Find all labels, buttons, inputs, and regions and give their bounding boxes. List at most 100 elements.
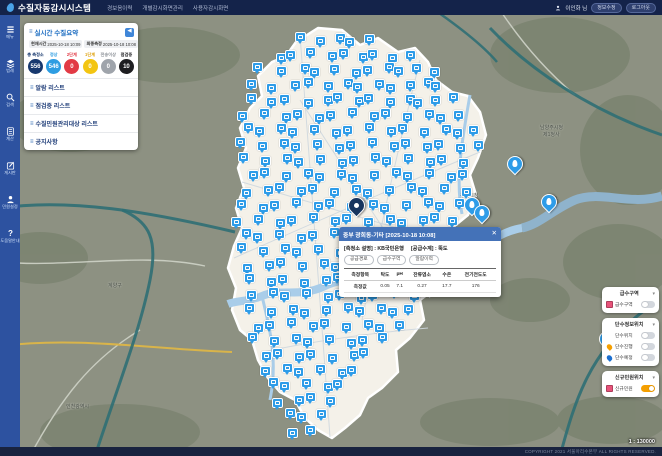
station-marker[interactable] <box>384 185 395 195</box>
station-marker[interactable] <box>309 67 320 77</box>
station-marker[interactable] <box>377 332 388 342</box>
station-marker[interactable] <box>468 125 479 135</box>
edit-info-button[interactable]: 정보수정 <box>591 3 621 13</box>
station-marker[interactable] <box>417 186 428 196</box>
station-marker[interactable] <box>358 347 369 357</box>
station-marker[interactable] <box>266 277 277 287</box>
station-marker[interactable] <box>246 93 257 103</box>
station-marker[interactable] <box>363 217 374 227</box>
summary-list-item-1[interactable]: ≡점검중 리스트 <box>24 96 138 114</box>
station-marker[interactable] <box>430 95 441 105</box>
station-marker[interactable] <box>248 170 259 180</box>
legend-card-header[interactable]: 신규민원위치▾ <box>606 374 655 381</box>
station-marker[interactable] <box>436 154 447 164</box>
station-marker[interactable] <box>425 157 436 167</box>
station-marker[interactable] <box>286 317 297 327</box>
station-marker[interactable] <box>385 97 396 107</box>
close-icon[interactable]: ✕ <box>492 231 497 238</box>
station-marker[interactable] <box>266 83 277 93</box>
station-marker[interactable] <box>266 97 277 107</box>
station-marker[interactable] <box>269 200 280 210</box>
station-marker[interactable] <box>405 50 416 60</box>
station-marker[interactable] <box>287 428 298 438</box>
top-menu-item-2[interactable]: 사용자감시화면 <box>193 4 228 12</box>
station-marker[interactable] <box>312 139 323 149</box>
station-marker[interactable] <box>429 212 440 222</box>
station-marker[interactable] <box>293 367 304 377</box>
station-marker[interactable] <box>261 351 272 361</box>
station-marker[interactable] <box>402 171 413 181</box>
rail-item-legend[interactable]: 범례 <box>0 49 20 83</box>
station-marker[interactable] <box>434 201 445 211</box>
station-marker[interactable] <box>394 320 405 330</box>
rail-item-menu[interactable]: 메뉴 <box>0 15 20 49</box>
station-marker[interactable] <box>263 185 274 195</box>
station-marker[interactable] <box>252 232 263 242</box>
station-marker[interactable] <box>268 377 279 387</box>
station-marker[interactable] <box>241 188 252 198</box>
station-marker[interactable] <box>305 425 316 435</box>
station-marker[interactable] <box>329 64 340 74</box>
station-marker[interactable] <box>411 63 422 73</box>
station-marker[interactable] <box>331 128 342 138</box>
station-marker[interactable] <box>329 187 340 197</box>
station-marker[interactable] <box>321 305 332 315</box>
station-marker[interactable] <box>334 143 345 153</box>
station-marker[interactable] <box>379 203 390 213</box>
station-marker[interactable] <box>299 278 310 288</box>
station-marker[interactable] <box>435 113 446 123</box>
legend-card-header[interactable]: 급수구역▾ <box>606 290 655 297</box>
station-marker[interactable] <box>296 233 307 243</box>
station-marker[interactable] <box>330 216 341 226</box>
station-marker[interactable] <box>260 156 271 166</box>
station-marker[interactable] <box>424 168 435 178</box>
station-marker[interactable] <box>281 112 292 122</box>
station-marker[interactable] <box>315 364 326 374</box>
station-marker[interactable] <box>243 122 254 132</box>
station-marker[interactable] <box>238 152 249 162</box>
station-marker[interactable] <box>393 66 404 76</box>
station-marker[interactable] <box>242 263 253 273</box>
station-marker[interactable] <box>332 379 343 389</box>
station-marker[interactable] <box>274 182 285 192</box>
station-marker[interactable] <box>346 365 357 375</box>
station-marker[interactable] <box>305 47 316 57</box>
station-marker[interactable] <box>296 412 307 422</box>
station-marker[interactable] <box>327 353 338 363</box>
station-marker[interactable] <box>279 381 290 391</box>
station-marker[interactable] <box>319 258 330 268</box>
station-marker[interactable] <box>247 332 258 342</box>
station-marker[interactable] <box>473 140 484 150</box>
station-marker[interactable] <box>354 306 365 316</box>
station-marker[interactable] <box>332 92 343 102</box>
station-marker[interactable] <box>338 48 349 58</box>
station-marker[interactable] <box>323 81 334 91</box>
station-marker[interactable] <box>246 79 257 89</box>
station-marker[interactable] <box>275 218 286 228</box>
station-marker[interactable] <box>344 37 355 47</box>
legend-toggle[interactable] <box>641 332 655 339</box>
station-marker[interactable] <box>385 214 396 224</box>
station-marker[interactable] <box>296 186 307 196</box>
summary-list-item-0[interactable]: ≡알람 리스트 <box>24 78 138 96</box>
station-marker[interactable] <box>391 167 402 177</box>
legend-card-header[interactable]: 단수정보위치▾ <box>606 321 655 328</box>
station-marker[interactable] <box>244 273 255 283</box>
station-marker[interactable] <box>455 143 466 153</box>
station-marker[interactable] <box>268 287 279 297</box>
station-marker[interactable] <box>403 304 414 314</box>
station-marker[interactable] <box>422 142 433 152</box>
station-marker[interactable] <box>367 49 378 59</box>
station-marker[interactable] <box>282 153 293 163</box>
station-marker[interactable] <box>452 128 463 138</box>
station-marker[interactable] <box>424 109 435 119</box>
station-marker[interactable] <box>282 363 293 373</box>
station-marker[interactable] <box>277 274 288 284</box>
station-marker[interactable] <box>260 366 271 376</box>
rail-item-search[interactable]: 검색 <box>0 83 20 117</box>
station-marker[interactable] <box>231 217 242 227</box>
station-marker[interactable] <box>325 396 336 406</box>
station-marker[interactable] <box>385 83 396 93</box>
station-marker[interactable] <box>400 138 411 148</box>
station-marker[interactable] <box>308 212 319 222</box>
